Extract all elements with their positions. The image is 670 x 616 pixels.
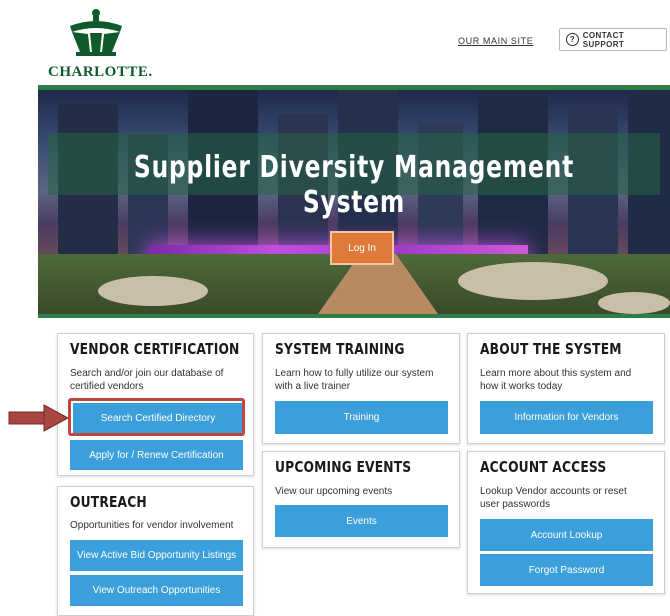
forgot-password-button[interactable]: Forgot Password bbox=[480, 554, 653, 586]
upcoming-events-desc: View our upcoming events bbox=[275, 486, 393, 497]
account-access-desc-1: Lookup Vendor accounts or reset bbox=[480, 486, 627, 497]
hero-border-bottom bbox=[38, 314, 670, 318]
about-system-desc-1: Learn more about this system and bbox=[480, 368, 632, 379]
upcoming-events-card: UPCOMING EVENTS View our upcoming events… bbox=[262, 451, 460, 548]
outreach-desc: Opportunities for vendor involvement bbox=[70, 520, 234, 531]
system-training-desc-1: Learn how to fully utilize our system bbox=[275, 368, 434, 379]
help-icon: ? bbox=[566, 33, 579, 46]
crown-icon bbox=[70, 9, 122, 56]
main-site-link[interactable]: OUR MAIN SITE bbox=[458, 36, 533, 46]
logo-wordmark: CHARLOTTE. bbox=[48, 64, 153, 80]
search-directory-highlight bbox=[68, 398, 245, 436]
outreach-title: OUTREACH bbox=[70, 493, 147, 511]
events-button[interactable]: Events bbox=[275, 505, 448, 537]
account-access-title: ACCOUNT ACCESS bbox=[480, 458, 607, 476]
contact-support-label: CONTACT SUPPORT bbox=[582, 30, 625, 49]
system-training-desc-2: with a live trainer bbox=[275, 381, 351, 392]
view-outreach-opportunities-button[interactable]: View Outreach Opportunities bbox=[70, 575, 243, 606]
training-button[interactable]: Training bbox=[275, 401, 448, 434]
information-for-vendors-button[interactable]: Information for Vendors bbox=[480, 401, 653, 434]
vendor-certification-desc-2: certified vendors bbox=[70, 381, 144, 392]
hero-banner: Supplier Diversity Management System Log… bbox=[38, 90, 670, 314]
about-system-card: ABOUT THE SYSTEM Learn more about this s… bbox=[467, 333, 665, 444]
account-access-card: ACCOUNT ACCESS Lookup Vendor accounts or… bbox=[467, 451, 665, 594]
vendor-certification-desc-1: Search and/or join our database of bbox=[70, 368, 224, 379]
outreach-card: OUTREACH Opportunities for vendor involv… bbox=[57, 486, 254, 616]
login-button[interactable]: Log In bbox=[330, 231, 394, 265]
account-lookup-button[interactable]: Account Lookup bbox=[480, 519, 653, 551]
upcoming-events-title: UPCOMING EVENTS bbox=[275, 458, 412, 476]
charlotte-logo[interactable]: CHARLOTTE. bbox=[48, 8, 152, 80]
system-training-title: SYSTEM TRAINING bbox=[275, 340, 405, 358]
about-system-title: ABOUT THE SYSTEM bbox=[480, 340, 622, 358]
account-access-desc-2: user passwords bbox=[480, 499, 551, 510]
hero-title: Supplier Diversity Management System bbox=[133, 150, 575, 220]
pointer-arrow-icon bbox=[8, 404, 70, 432]
vendor-certification-title: VENDOR CERTIFICATION bbox=[70, 340, 240, 358]
about-system-desc-2: how it works today bbox=[480, 381, 563, 392]
system-training-card: SYSTEM TRAINING Learn how to fully utili… bbox=[262, 333, 460, 444]
view-bid-opportunities-button[interactable]: View Active Bid Opportunity Listings bbox=[70, 540, 243, 571]
contact-support-button[interactable]: ? CONTACT SUPPORT bbox=[559, 28, 667, 51]
apply-renew-certification-button[interactable]: Apply for / Renew Certification bbox=[70, 440, 243, 470]
